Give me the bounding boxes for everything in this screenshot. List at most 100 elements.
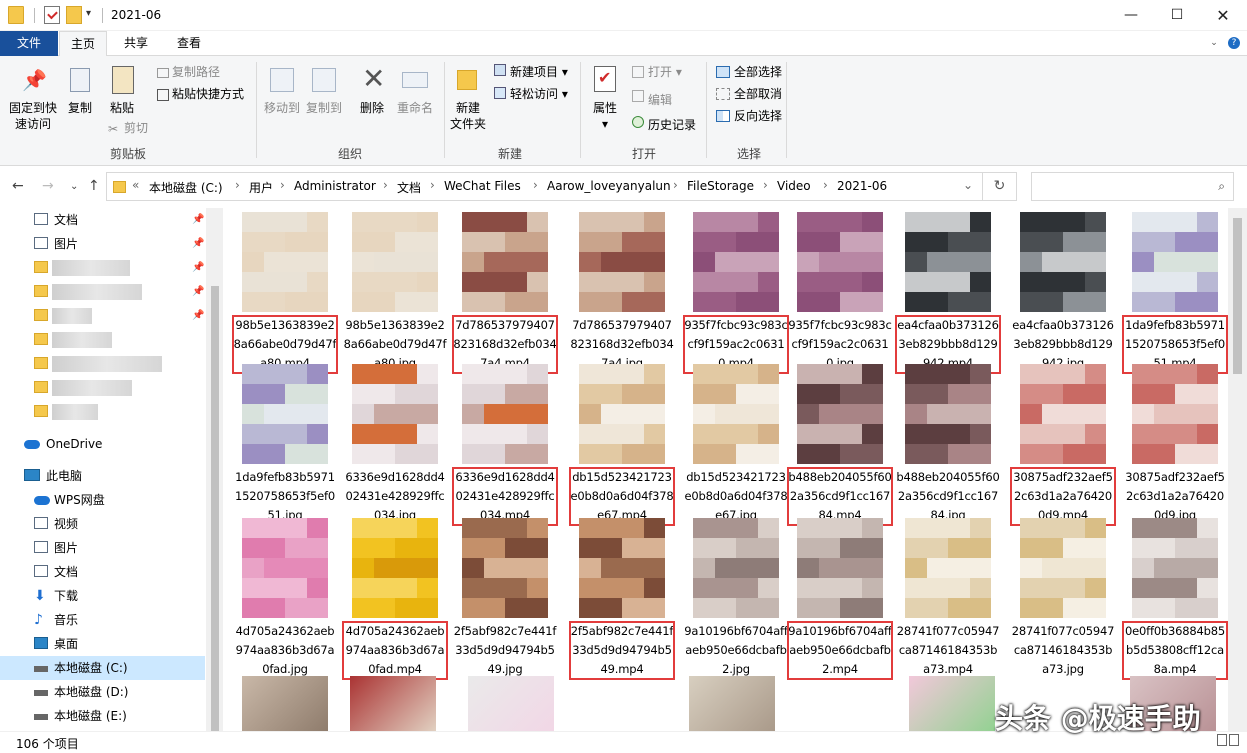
cut-button[interactable]: 剪切 bbox=[124, 120, 148, 136]
nav-item-docs[interactable]: 文档 📌 bbox=[0, 208, 205, 232]
file-item[interactable]: 935f7fcbc93c983ccf9f159ac2c06310.jpg bbox=[788, 212, 892, 370]
content-scrollbar[interactable] bbox=[1228, 208, 1247, 731]
breadcrumb-separator-icon[interactable]: › bbox=[430, 178, 435, 192]
breadcrumb-item[interactable]: WeChat Files bbox=[444, 179, 521, 193]
move-to-button[interactable]: 移动到 bbox=[262, 100, 302, 116]
breadcrumb-separator-icon[interactable]: › bbox=[383, 178, 388, 192]
nav-item-video[interactable]: 视频 bbox=[0, 512, 205, 536]
properties-button[interactable]: 属性 ▾ bbox=[588, 100, 622, 132]
file-item[interactable]: 30875adf232aef52c63d1a2a764200d9.jpg bbox=[1123, 364, 1227, 522]
nav-item-pictures[interactable]: 图片 bbox=[0, 536, 205, 560]
refresh-button[interactable]: ↻ bbox=[983, 172, 1017, 201]
thumbnail[interactable] bbox=[689, 676, 775, 731]
easy-access-button[interactable]: 轻松访问 ▾ bbox=[510, 86, 568, 102]
help-icon[interactable]: ? bbox=[1228, 37, 1240, 49]
breadcrumb-item[interactable]: 文档 bbox=[397, 179, 421, 196]
nav-item-blurred[interactable]: 📌 bbox=[0, 280, 205, 304]
file-item[interactable]: 0e0ff0b36884b85b5d53808cff12ca8a.mp4 bbox=[1122, 518, 1228, 680]
breadcrumb-separator-icon[interactable]: › bbox=[673, 178, 678, 192]
search-input[interactable]: ⌕ bbox=[1031, 172, 1234, 201]
scrollbar-thumb[interactable] bbox=[1233, 218, 1242, 374]
copy-button[interactable]: 复制 bbox=[64, 100, 96, 116]
up-button[interactable]: ↑ bbox=[88, 178, 100, 194]
breadcrumb-separator-icon[interactable]: › bbox=[763, 178, 768, 192]
file-item[interactable]: ea4cfaa0b3731263eb829bbb8d129942.mp4 bbox=[895, 212, 1001, 374]
nav-item-blurred[interactable] bbox=[0, 376, 205, 400]
maximize-button[interactable]: ☐ bbox=[1154, 0, 1200, 31]
pin-quick-access-button[interactable]: 固定到快 速访问 bbox=[4, 100, 62, 132]
file-item[interactable]: 935f7fcbc93c983ccf9f159ac2c06310.mp4 bbox=[683, 212, 789, 374]
tab-share[interactable]: 共享 bbox=[113, 31, 159, 56]
file-item[interactable]: 1da9fefb83b59711520758653f5ef051.mp4 bbox=[1122, 212, 1228, 374]
close-button[interactable]: ✕ bbox=[1200, 0, 1246, 31]
thumbnail[interactable] bbox=[468, 676, 554, 731]
paste-button[interactable]: 粘贴 bbox=[104, 100, 140, 116]
delete-button[interactable]: 删除 bbox=[356, 100, 388, 116]
invert-selection-button[interactable]: 反向选择 bbox=[734, 108, 782, 124]
file-item[interactable]: 7d786537979407823168d32efb0347a4.jpg bbox=[570, 212, 674, 370]
nav-item-documents[interactable]: 文档 bbox=[0, 560, 205, 584]
breadcrumb-separator-icon[interactable]: › bbox=[280, 178, 285, 192]
thumbnail[interactable] bbox=[909, 676, 995, 731]
nav-item-drive-e[interactable]: 本地磁盘 (E:) bbox=[0, 704, 205, 728]
edit-button[interactable]: 编辑 bbox=[648, 92, 672, 108]
minimize-button[interactable]: — bbox=[1108, 0, 1154, 31]
file-item[interactable]: b488eb204055f602a356cd9f1cc16784.jpg bbox=[896, 364, 1000, 522]
nav-item-desktop[interactable]: 桌面 bbox=[0, 632, 205, 656]
nav-item-downloads[interactable]: ⬇ 下载 bbox=[0, 584, 205, 608]
breadcrumb-item[interactable]: 2021-06 bbox=[837, 179, 887, 193]
file-item[interactable]: ea4cfaa0b3731263eb829bbb8d129942.jpg bbox=[1011, 212, 1115, 370]
file-item[interactable]: 6336e9d1628dd402431e428929ffc034.mp4 bbox=[452, 364, 558, 526]
file-item[interactable]: 9a10196bf6704affaeb950e66dcbafb2.jpg bbox=[684, 518, 788, 676]
nav-item-onedrive[interactable]: OneDrive bbox=[0, 432, 205, 456]
large-icons-view-icon[interactable] bbox=[1229, 734, 1239, 746]
chevron-down-icon[interactable]: ⌄ bbox=[963, 178, 973, 192]
thumbnail[interactable] bbox=[242, 676, 328, 731]
breadcrumb-item[interactable]: Administrator bbox=[294, 179, 376, 193]
breadcrumb-item[interactable]: Video bbox=[777, 179, 811, 193]
nav-scrollbar[interactable] bbox=[206, 208, 223, 731]
file-item[interactable]: 28741f077c05947ca87146184353ba73.mp4 bbox=[896, 518, 1000, 676]
address-bar[interactable]: « 本地磁盘 (C:) › 用户 › Administrator › 文档 › WeChat F… bbox=[106, 172, 983, 201]
file-item[interactable]: 4d705a24362aeb974aa836b3d67a0fad.mp4 bbox=[342, 518, 448, 680]
select-none-button[interactable]: 全部取消 bbox=[734, 86, 782, 102]
nav-item-this-pc[interactable]: 此电脑 bbox=[0, 464, 205, 488]
customize-quick-access-icon[interactable]: ▾ bbox=[86, 8, 96, 26]
file-item[interactable]: 2f5abf982c7e441f33d5d9d94794b549.jpg bbox=[453, 518, 557, 676]
file-item[interactable]: db15d523421723e0b8d0a6d04f378e67.jpg bbox=[684, 364, 788, 522]
new-folder-quick-icon[interactable] bbox=[66, 6, 82, 24]
forward-button[interactable]: → bbox=[42, 178, 54, 194]
breadcrumb-separator-icon[interactable]: › bbox=[823, 178, 828, 192]
copy-to-button[interactable]: 复制到 bbox=[304, 100, 344, 116]
file-item[interactable]: 2f5abf982c7e441f33d5d9d94794b549.mp4 bbox=[569, 518, 675, 680]
rename-button[interactable]: 重命名 bbox=[394, 100, 436, 116]
thumbnail[interactable] bbox=[350, 676, 436, 731]
chevron-down-icon[interactable]: ⌄ bbox=[1208, 37, 1220, 49]
file-item[interactable]: 6336e9d1628dd402431e428929ffc034.jpg bbox=[343, 364, 447, 522]
tab-view[interactable]: 查看 bbox=[166, 31, 212, 56]
nav-item-blurred[interactable] bbox=[0, 352, 205, 376]
file-item[interactable]: 1da9fefb83b59711520758653f5ef051.jpg bbox=[233, 364, 337, 522]
breadcrumb-separator-icon[interactable]: › bbox=[235, 178, 240, 192]
breadcrumb-separator-icon[interactable]: › bbox=[533, 178, 538, 192]
properties-quick-icon[interactable] bbox=[44, 6, 60, 24]
back-button[interactable]: ← bbox=[12, 178, 24, 194]
nav-item-drive-c[interactable]: 本地磁盘 (C:) bbox=[0, 656, 205, 680]
breadcrumb-item[interactable]: Aarow_loveyanyalun bbox=[547, 179, 671, 193]
file-item[interactable]: 98b5e1363839e28a66abe0d79d47fa80.jpg bbox=[343, 212, 447, 370]
select-all-button[interactable]: 全部选择 bbox=[734, 64, 782, 80]
file-item[interactable]: 30875adf232aef52c63d1a2a764200d9.mp4 bbox=[1010, 364, 1116, 526]
nav-item-drive-d[interactable]: 本地磁盘 (D:) bbox=[0, 680, 205, 704]
breadcrumb-item[interactable]: 本地磁盘 (C:) bbox=[149, 179, 223, 196]
details-view-icon[interactable] bbox=[1217, 734, 1227, 746]
file-item[interactable]: b488eb204055f602a356cd9f1cc16784.mp4 bbox=[787, 364, 893, 526]
nav-item-pics[interactable]: 图片 📌 bbox=[0, 232, 205, 256]
file-item[interactable]: 4d705a24362aeb974aa836b3d67a0fad.jpg bbox=[233, 518, 337, 676]
tab-home[interactable]: 主页 bbox=[59, 31, 107, 57]
file-item[interactable]: 7d786537979407823168d32efb0347a4.mp4 bbox=[452, 212, 558, 374]
nav-item-blurred[interactable]: 📌 bbox=[0, 256, 205, 280]
recent-locations-button[interactable]: ⌄ bbox=[70, 181, 78, 192]
view-toggle[interactable] bbox=[1215, 734, 1241, 750]
new-folder-button[interactable]: 新建 文件夹 bbox=[448, 100, 488, 132]
file-item[interactable]: 28741f077c05947ca87146184353ba73.jpg bbox=[1011, 518, 1115, 676]
